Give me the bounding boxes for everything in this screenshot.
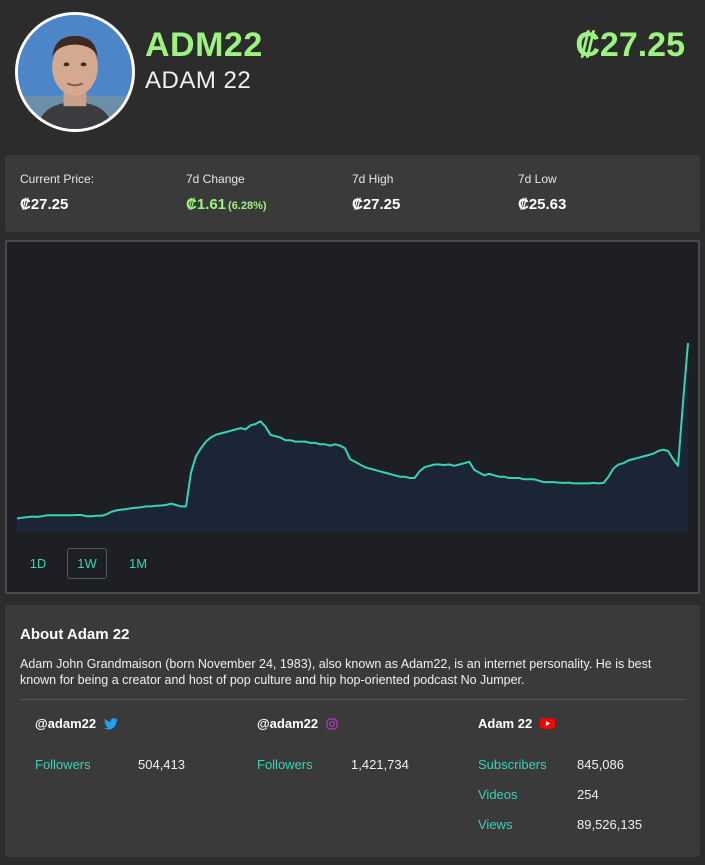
instagram-handle-text: @adam22 (257, 716, 319, 731)
youtube-views-label: Views (478, 817, 513, 832)
stat-label: 7d Low (518, 172, 557, 186)
change-percent: (6.28%) (228, 200, 267, 212)
stat-7d-high: 7d High ₡27.25 (352, 172, 400, 213)
asset-name: ADAM 22 (145, 67, 252, 94)
stat-value: ₡25.63 (518, 196, 567, 213)
asset-ticker: ADM22 (145, 26, 263, 64)
twitter-followers-value: 504,413 (138, 757, 185, 772)
youtube-views-value: 89,526,135 (577, 817, 643, 832)
range-1w-button[interactable]: 1W (67, 548, 107, 579)
youtube-videos-value: 254 (577, 787, 599, 802)
youtube-subscribers-value: 845,086 (577, 757, 624, 772)
stat-value: ₡27.25 (20, 196, 69, 213)
youtube-icon (540, 718, 556, 729)
price-stats-bar: Current Price: ₡27.25 7d Change ₡1.61 (6.… (5, 155, 700, 232)
youtube-handle[interactable]: Adam 22 (478, 716, 556, 731)
about-section: About Adam 22 Adam John Grandmaison (bor… (5, 605, 700, 857)
chart-area-fill (17, 343, 688, 532)
about-title: About Adam 22 (20, 626, 130, 643)
stat-value: ₡27.25 (352, 196, 401, 213)
avatar-photo (18, 15, 132, 129)
stat-value: ₡1.61 (6.28%) (186, 196, 267, 213)
stat-7d-change: 7d Change ₡1.61 (6.28%) (186, 172, 267, 213)
range-1m-button[interactable]: 1M (122, 548, 154, 579)
stat-label: Current Price: (20, 172, 95, 186)
about-description: Adam John Grandmaison (born November 24,… (20, 657, 652, 687)
price-chart[interactable] (7, 242, 698, 542)
range-1d-button[interactable]: 1D (22, 548, 54, 579)
instagram-handle[interactable]: @adam22 (257, 716, 338, 731)
twitter-followers-label: Followers (35, 757, 91, 772)
asset-header: ADM22 ADAM 22 ₡27.25 (0, 0, 705, 150)
divider (20, 699, 685, 700)
twitter-handle-text: @adam22 (35, 716, 97, 731)
youtube-subscribers-label: Subscribers (478, 757, 547, 772)
youtube-videos-label: Videos (478, 787, 518, 802)
youtube-handle-text: Adam 22 (478, 716, 533, 731)
stat-7d-low: 7d Low ₡25.63 (518, 172, 566, 213)
stat-label: 7d Change (186, 172, 245, 186)
stat-label: 7d High (352, 172, 394, 186)
avatar (15, 12, 135, 132)
change-amount: ₡1.61 (186, 196, 227, 213)
stat-current-price: Current Price: ₡27.25 (20, 172, 94, 213)
twitter-icon (104, 717, 119, 730)
twitter-handle[interactable]: @adam22 (35, 716, 119, 731)
price-chart-card: 1D 1W 1M (5, 240, 700, 594)
instagram-followers-label: Followers (257, 757, 313, 772)
instagram-followers-value: 1,421,734 (351, 757, 409, 772)
asset-price: ₡27.25 (575, 26, 685, 64)
instagram-icon (326, 717, 338, 730)
